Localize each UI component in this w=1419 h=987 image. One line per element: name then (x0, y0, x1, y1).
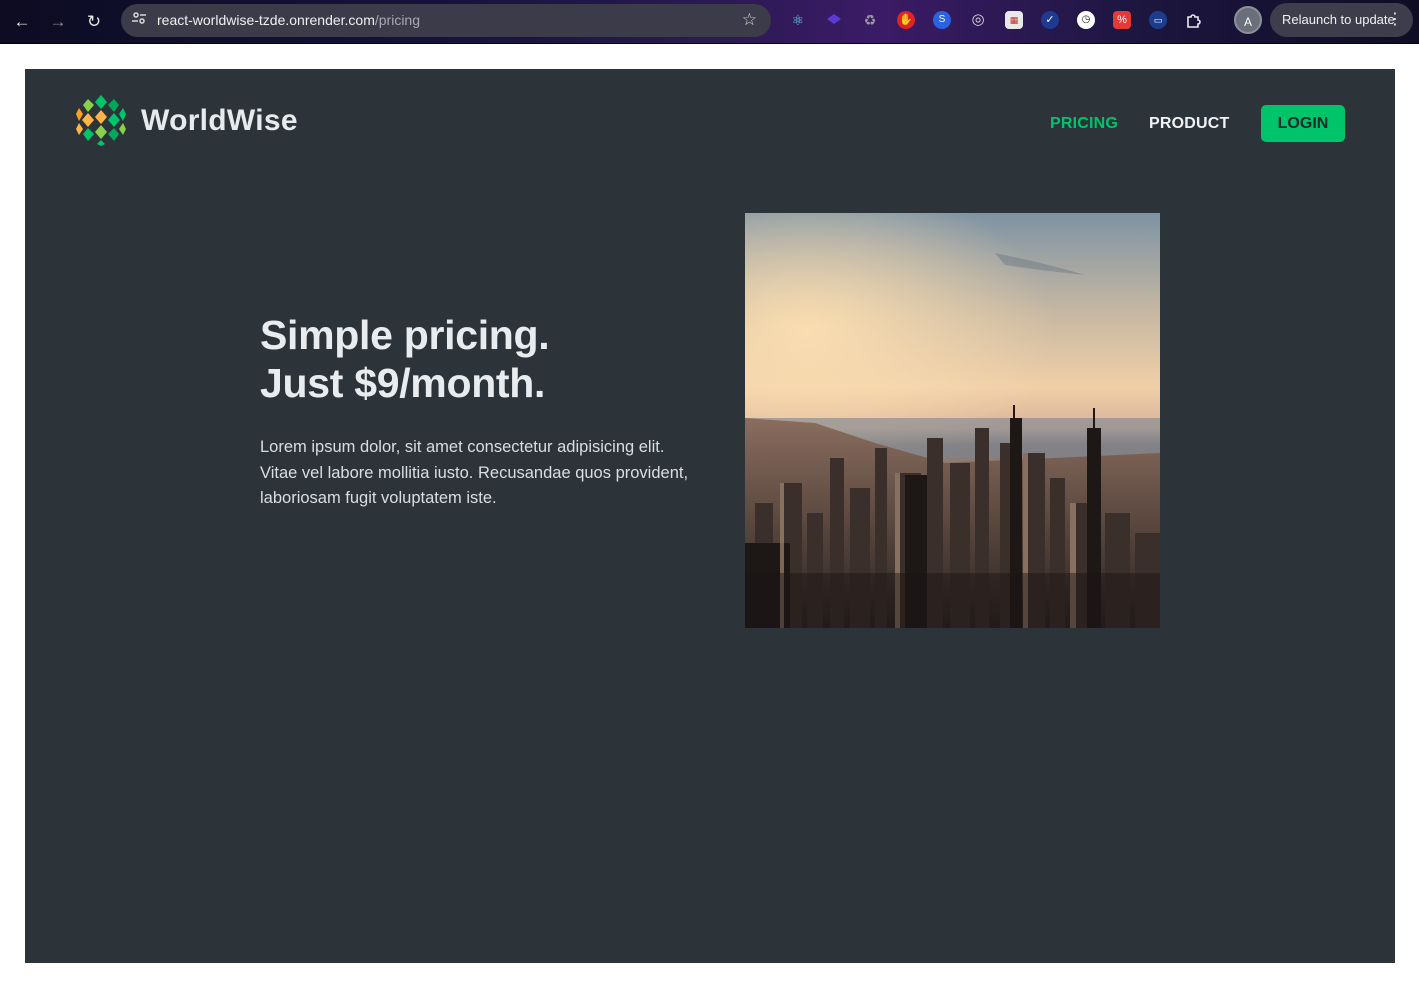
url-text[interactable]: react-worldwise-tzde.onrender.com/pricin… (157, 12, 420, 28)
pricing-description: Lorem ipsum dolor, sit amet consectetur … (260, 438, 689, 507)
page-container: WorldWise PRICING PRODUCT LOGIN Simple p… (25, 69, 1395, 963)
calendar-icon[interactable]: ▦ (1005, 11, 1023, 29)
menu-kebab-icon[interactable]: ⋮ (1387, 3, 1403, 37)
check-icon[interactable]: ✓ (1041, 11, 1059, 29)
nav-pricing-link[interactable]: PRICING (1050, 115, 1118, 133)
nav-product-link[interactable]: PRODUCT (1149, 115, 1230, 133)
history-icon[interactable]: ◷ (1077, 11, 1095, 29)
address-bar[interactable]: react-worldwise-tzde.onrender.com/pricin… (121, 4, 771, 37)
bookmark-star-icon[interactable]: ☆ (742, 10, 757, 30)
recycle-icon[interactable]: ♻ (861, 11, 879, 29)
react-devtools-icon[interactable]: ⚛ (789, 11, 807, 29)
title-line-2: Just $9/month. (260, 360, 546, 406)
reload-icon[interactable]: ↻ (81, 9, 107, 35)
blue-s-icon[interactable]: S (933, 11, 951, 29)
site-info-icon[interactable] (129, 10, 149, 30)
layers-icon[interactable] (825, 11, 843, 29)
percent-icon[interactable]: % (1113, 11, 1131, 29)
relaunch-label: Relaunch to update (1282, 12, 1395, 27)
url-path: /pricing (374, 12, 421, 28)
url-host: react-worldwise-tzde.onrender.com (157, 12, 375, 28)
login-button[interactable]: LOGIN (1261, 105, 1345, 142)
brand-logo[interactable]: WorldWise (74, 93, 334, 149)
title-line-1: Simple pricing. (260, 312, 550, 358)
profile-avatar[interactable]: A (1234, 6, 1262, 34)
chat-icon[interactable]: ▭ (1149, 11, 1167, 29)
city-skyline-image (745, 213, 1160, 628)
browser-toolbar: ← → ↻ react-worldwise-tzde.onrender.com/… (0, 0, 1419, 44)
page-title: Simple pricing. Just $9/month. (260, 311, 550, 407)
relaunch-button[interactable]: Relaunch to update ⋮ (1270, 3, 1413, 37)
target-icon[interactable]: ◎ (969, 11, 987, 29)
back-icon[interactable]: ← (9, 9, 35, 35)
brand-name: WorldWise (141, 104, 298, 137)
globe-logo-icon (75, 94, 127, 146)
forward-icon[interactable]: → (45, 9, 71, 35)
shield-red-icon[interactable]: ✋ (897, 11, 915, 29)
puzzle-icon[interactable] (1185, 11, 1203, 29)
